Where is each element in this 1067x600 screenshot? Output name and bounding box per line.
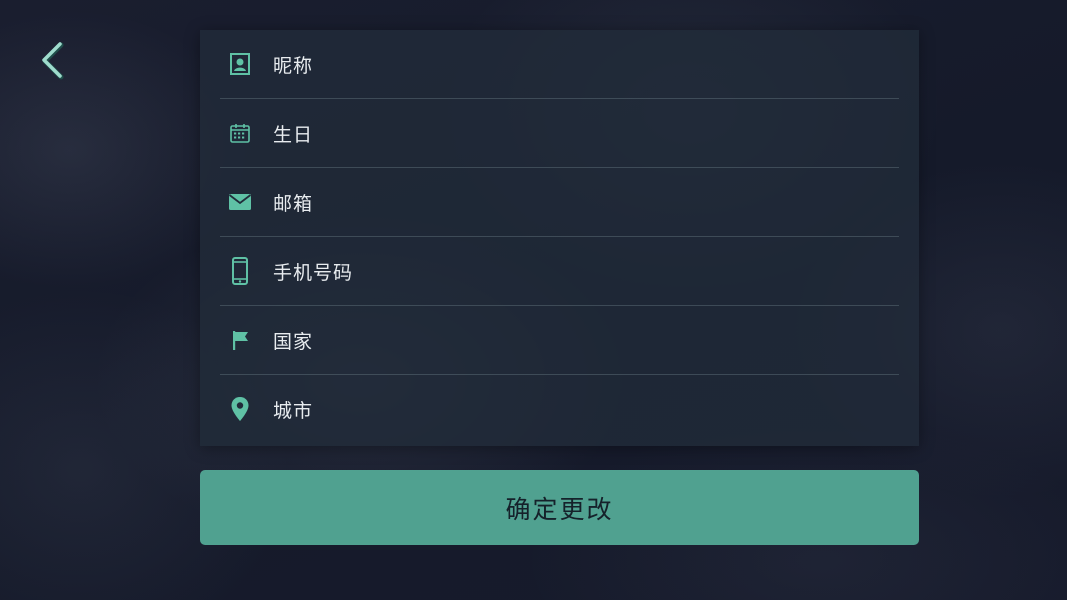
field-label: 昵称	[273, 54, 314, 77]
field-label: 生日	[273, 123, 314, 146]
field-label: 邮箱	[273, 192, 314, 215]
calendar-icon	[220, 118, 260, 148]
envelope-icon	[220, 187, 260, 217]
confirm-changes-label: 确定更改	[505, 494, 614, 524]
field-city[interactable]: 城市	[220, 375, 899, 443]
field-birthday[interactable]: 生日	[220, 99, 899, 168]
field-phone[interactable]: 手机号码	[220, 237, 899, 306]
smartphone-icon	[220, 256, 260, 286]
contact-card-icon	[220, 49, 260, 79]
map-pin-icon	[220, 394, 260, 424]
profile-form-panel: 昵称 生日 邮箱 手机号码 国家 城市	[200, 30, 919, 446]
flag-icon	[220, 325, 260, 355]
field-email[interactable]: 邮箱	[220, 168, 899, 237]
confirm-changes-button[interactable]: 确定更改	[200, 470, 919, 545]
field-label: 手机号码	[273, 261, 354, 284]
field-label: 国家	[273, 330, 314, 353]
field-country[interactable]: 国家	[220, 306, 899, 375]
chevron-left-icon	[42, 42, 64, 80]
back-button[interactable]	[36, 40, 70, 80]
field-label: 城市	[273, 399, 314, 422]
field-nickname[interactable]: 昵称	[220, 30, 899, 99]
